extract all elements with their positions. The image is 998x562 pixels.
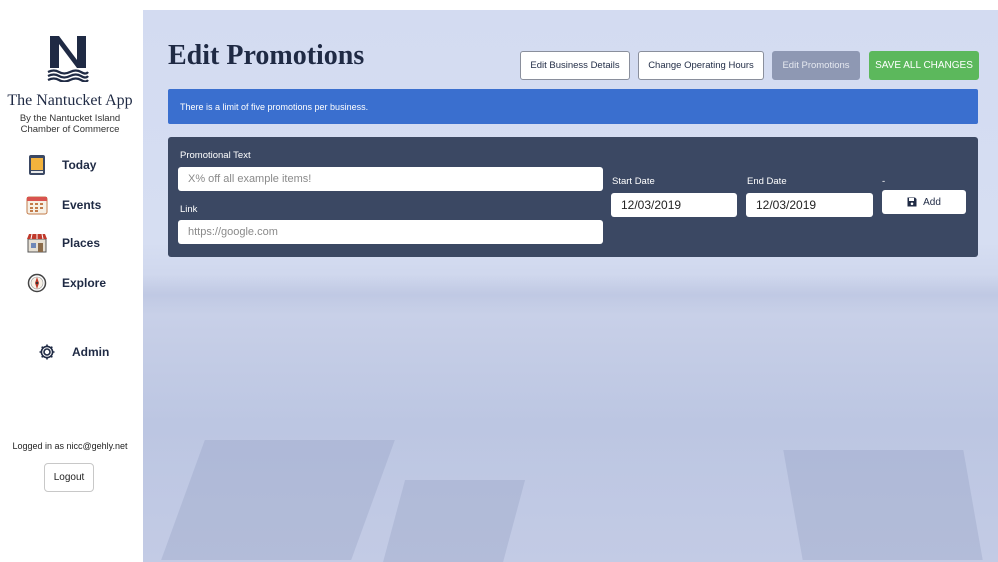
background-house-shape [161, 440, 395, 560]
calendar-events-icon [26, 194, 48, 216]
compass-icon [26, 272, 48, 294]
nav-item-events[interactable]: Events [26, 191, 101, 219]
app-title: The Nantucket App [7, 92, 133, 109]
nav-label-today: Today [62, 158, 97, 172]
logout-button[interactable]: Logout [44, 463, 94, 492]
app-subtitle-line1: By the Nantucket Island [19, 113, 121, 124]
calendar-today-icon [26, 154, 48, 176]
add-column-label: - [882, 176, 886, 187]
background-haze [143, 275, 998, 315]
nantucket-logo-icon [46, 34, 90, 83]
link-label: Link [180, 204, 198, 215]
promotional-text-label: Promotional Text [180, 150, 251, 161]
nav-label-explore: Explore [62, 276, 107, 290]
start-date-input[interactable] [611, 193, 737, 217]
start-date-label: Start Date [612, 176, 655, 187]
app-subtitle: By the Nantucket Island Chamber of Comme… [0, 113, 140, 135]
edit-business-details-button[interactable]: Edit Business Details [520, 51, 630, 80]
sidebar: The Nantucket App By the Nantucket Islan… [0, 0, 140, 562]
nav-item-places[interactable]: Places [26, 229, 100, 257]
logged-in-status: Logged in as nicc@gehly.net [12, 441, 128, 451]
nav-item-admin[interactable]: Admin [36, 338, 109, 366]
nav-item-explore[interactable]: Explore [26, 269, 106, 297]
change-operating-hours-button[interactable]: Change Operating Hours [638, 51, 764, 80]
edit-promotions-button[interactable]: Edit Promotions [772, 51, 860, 80]
end-date-label: End Date [747, 176, 787, 187]
gear-icon [36, 341, 58, 363]
promotion-limit-alert: There is a limit of five promotions per … [168, 89, 978, 124]
add-button-label: Add [923, 196, 941, 208]
nav-label-places: Places [62, 236, 101, 250]
page-title: Edit Promotions [168, 40, 365, 71]
background-house-shape [380, 480, 526, 562]
add-promotion-button[interactable]: Add [882, 190, 966, 214]
storefront-icon [26, 232, 48, 254]
nav-label-admin: Admin [72, 345, 110, 359]
save-icon [907, 197, 917, 207]
app-subtitle-line2: Chamber of Commerce [20, 124, 120, 135]
background-house-shape [783, 450, 983, 560]
nav-label-events: Events [62, 198, 102, 212]
end-date-input[interactable] [746, 193, 873, 217]
nav-item-today[interactable]: Today [26, 151, 96, 179]
save-all-changes-button[interactable]: SAVE ALL CHANGES [869, 51, 979, 80]
promotional-text-input[interactable] [178, 167, 603, 191]
link-input[interactable] [178, 220, 603, 244]
